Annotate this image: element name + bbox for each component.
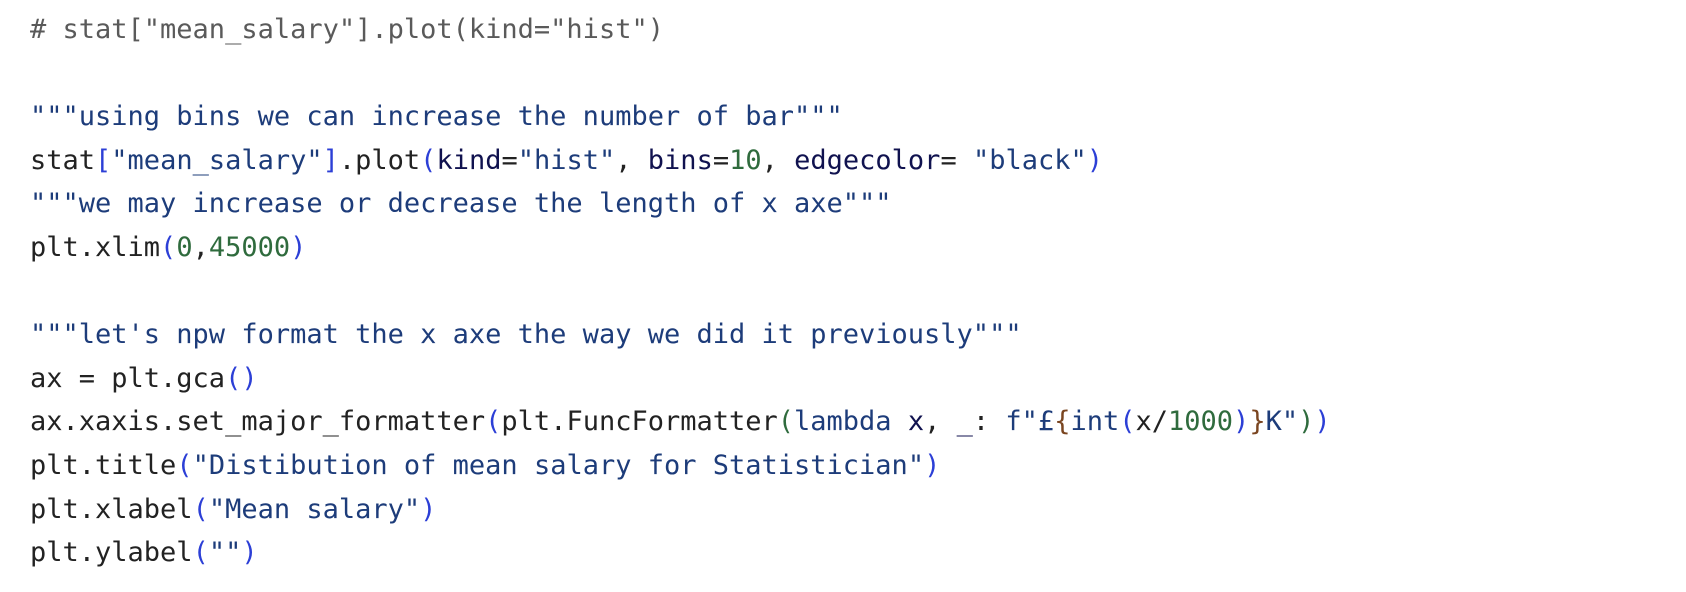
- code-token-string: """using bins we can increase the number…: [30, 101, 843, 133]
- code-token-plain: ,: [924, 406, 957, 438]
- code-token-paren: ): [1314, 406, 1331, 438]
- code-token-string: lambda: [794, 406, 892, 438]
- code-token-kwarg: x: [907, 406, 925, 438]
- code-token-string: "mean_salary": [111, 144, 323, 176]
- code-token-plain: =: [501, 144, 518, 176]
- code-line[interactable]: ax = plt.gca(): [30, 357, 1331, 401]
- code-line[interactable]: ​: [30, 270, 1331, 314]
- code-token-plain: .plot: [338, 144, 421, 176]
- code-token-string: int: [1070, 406, 1120, 438]
- code-token-green: (: [777, 406, 795, 438]
- code-line[interactable]: """using bins we can increase the number…: [30, 95, 1331, 139]
- code-line[interactable]: plt.ylabel(""): [30, 531, 1331, 575]
- code-line[interactable]: """we may increase or decrease the lengt…: [30, 182, 1331, 226]
- code-token-plain: =: [712, 144, 730, 176]
- code-token-paren: (: [160, 231, 177, 263]
- code-token-plain: x/: [1135, 406, 1169, 438]
- code-token-paren: ): [420, 493, 437, 525]
- code-token-paren: ): [290, 231, 307, 263]
- code-token-green: ): [1298, 406, 1315, 438]
- code-token-string: "hist": [517, 144, 616, 176]
- code-token-plain: plt.FuncFormatter: [501, 406, 778, 438]
- code-token-string: """we may increase or decrease the lengt…: [30, 188, 892, 220]
- code-token-plain: ,: [615, 144, 648, 176]
- code-token-number: 10: [729, 144, 762, 176]
- code-token-paren: (): [225, 362, 258, 394]
- code-token-plain: stat: [30, 144, 96, 176]
- code-token-number: 0: [176, 231, 193, 263]
- code-token-plain: plt.title: [30, 449, 177, 481]
- code-token-brown: {: [1054, 406, 1071, 438]
- code-token-paren: ): [1086, 144, 1104, 176]
- code-token-paren: (: [192, 537, 209, 569]
- code-token-plain: ,: [761, 144, 795, 176]
- code-token-plain: ,: [192, 231, 209, 263]
- code-token-string: "black": [972, 144, 1087, 176]
- code-token-string: """let's npw format the x axe the way we…: [30, 319, 1022, 351]
- code-line[interactable]: plt.xlabel("Mean salary"): [30, 488, 1331, 532]
- code-token-string: f"£: [1005, 406, 1055, 438]
- code-token-paren: ): [924, 449, 941, 481]
- code-line[interactable]: ax.xaxis.set_major_formatter(plt.FuncFor…: [30, 400, 1331, 444]
- code-line[interactable]: plt.xlim(0,45000): [30, 226, 1331, 270]
- code-token-plain: :: [972, 406, 1006, 438]
- code-token-number: 45000: [208, 231, 291, 263]
- code-token-string: "Mean salary": [208, 493, 421, 525]
- code-token-string: "": [208, 537, 242, 569]
- code-token-paren: (: [485, 406, 502, 438]
- code-token-paren: [: [95, 144, 112, 176]
- code-token-kwarg: bins: [647, 144, 713, 176]
- code-token-paren: (: [192, 493, 209, 525]
- code-token-brown: }: [1249, 406, 1266, 438]
- code-token-kwarg: _: [956, 406, 973, 438]
- code-line[interactable]: ​: [30, 52, 1331, 96]
- code-token-plain: ax = plt.gca: [30, 362, 226, 394]
- code-token-string: K": [1265, 406, 1299, 438]
- code-token-plain: ax.xaxis.set_major_formatter: [30, 406, 486, 438]
- code-token-paren: (: [1119, 406, 1136, 438]
- code-token-paren: ]: [322, 144, 339, 176]
- code-line[interactable]: stat["mean_salary"].plot(kind="hist", bi…: [30, 139, 1331, 183]
- code-token-paren: ): [1233, 406, 1250, 438]
- code-line[interactable]: """let's npw format the x axe the way we…: [30, 313, 1331, 357]
- code-token-comment: # stat["mean_salary"].plot(kind="hist"): [30, 14, 664, 45]
- code-token-plain: plt.xlim: [30, 231, 161, 263]
- code-line[interactable]: # stat["mean_salary"].plot(kind="hist"): [30, 8, 1331, 52]
- code-token-plain: =: [940, 144, 973, 176]
- code-token-paren: ): [241, 537, 258, 569]
- code-token-paren: (: [176, 449, 193, 481]
- code-token-string: "Distibution of mean salary for Statisti…: [192, 449, 925, 481]
- code-token-kwarg: kind: [436, 144, 502, 176]
- code-token-number: 1000: [1168, 406, 1234, 438]
- code-editor[interactable]: # stat["mean_salary"].plot(kind="hist") ​…: [30, 8, 1331, 575]
- code-token-plain: plt.xlabel: [30, 493, 193, 525]
- code-line[interactable]: plt.title("Distibution of mean salary fo…: [30, 444, 1331, 488]
- code-token-plain: plt.ylabel: [30, 537, 193, 569]
- code-token-kwarg: edgecolor: [794, 144, 941, 176]
- code-cell[interactable]: # stat["mean_salary"].plot(kind="hist") ​…: [0, 0, 1686, 592]
- code-token-paren: (: [420, 144, 437, 176]
